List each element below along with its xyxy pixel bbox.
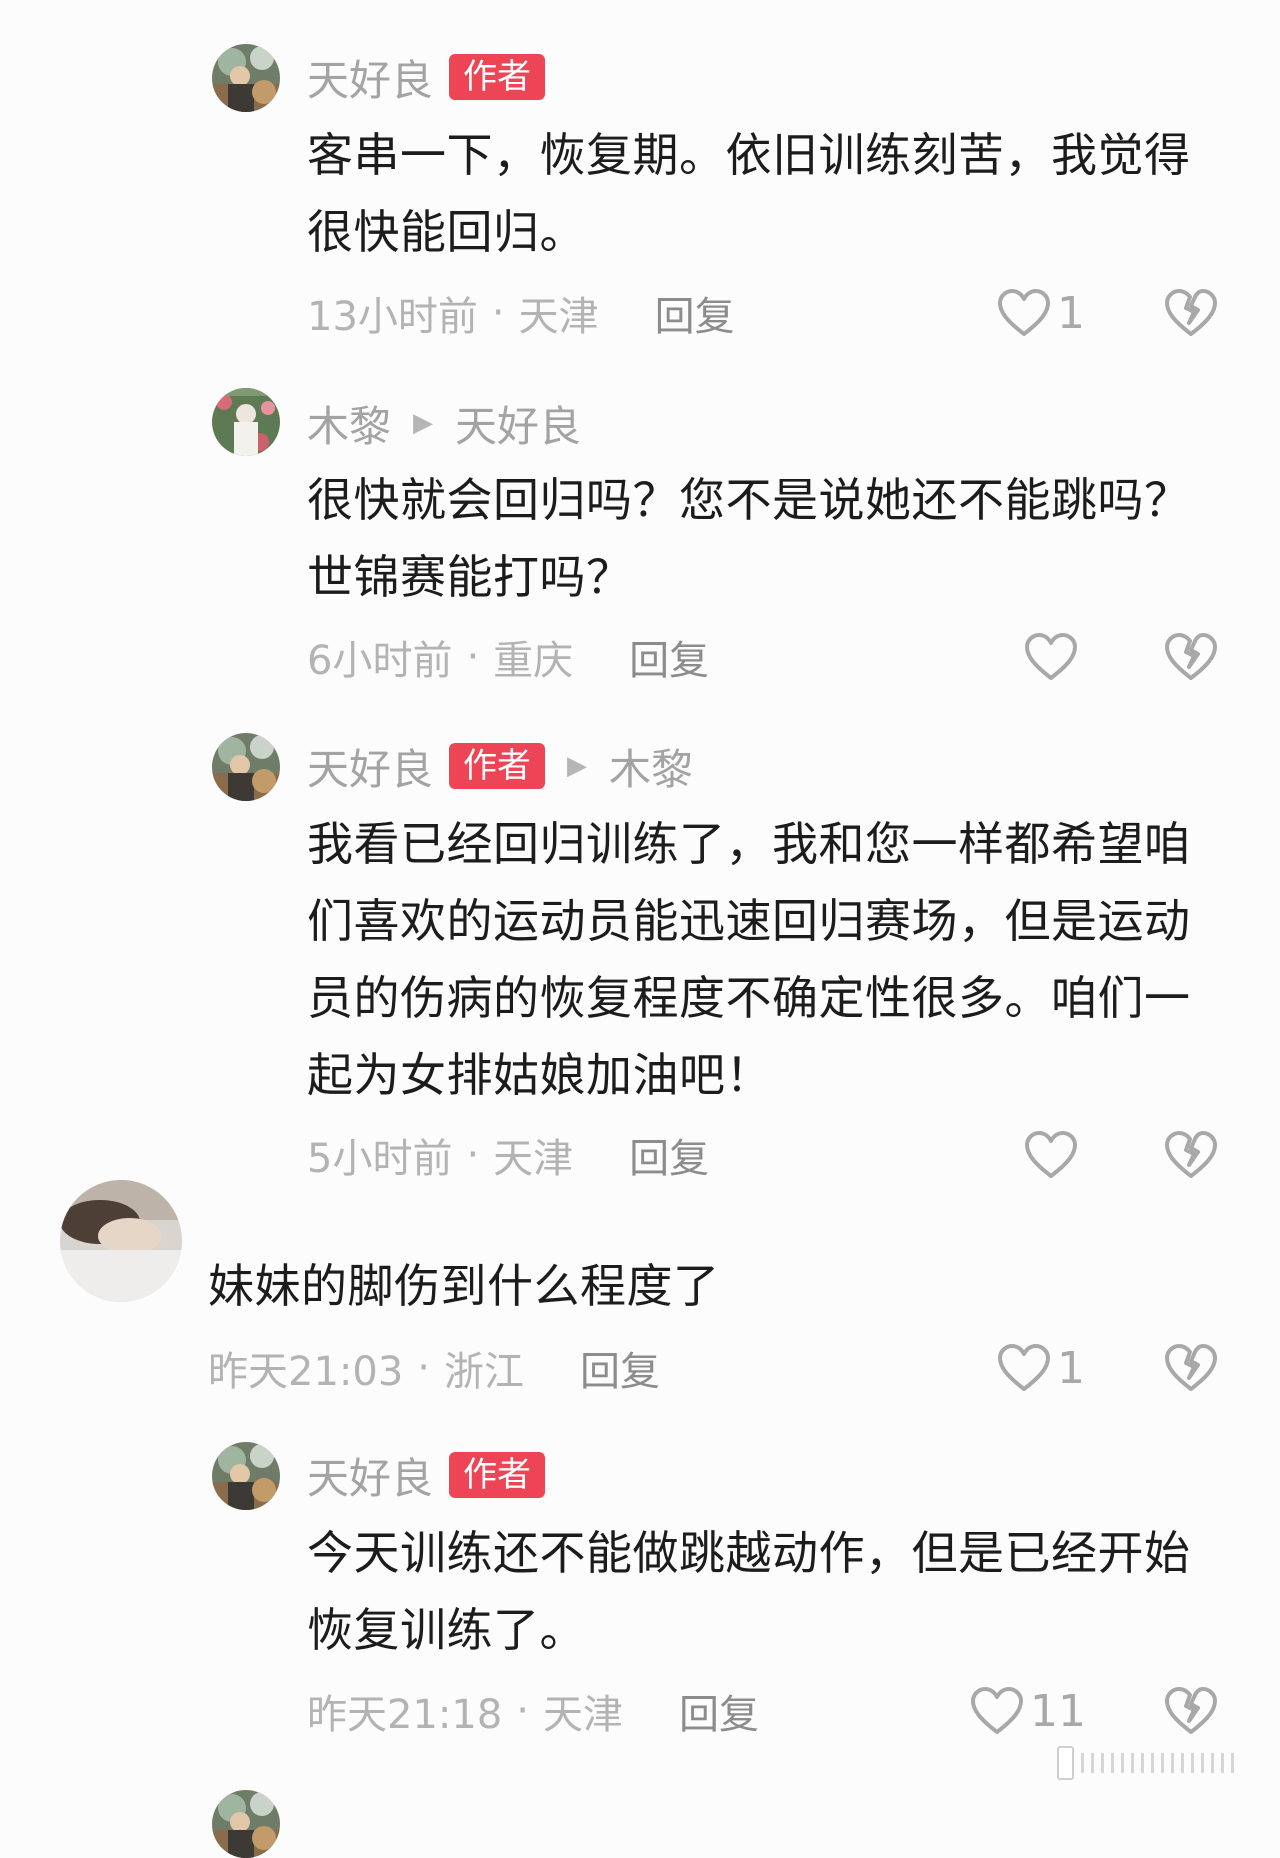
author-badge: 作者 [449,1452,546,1498]
heart-outline-icon [997,288,1051,338]
heart-outline-icon [997,1343,1051,1393]
comment-header: 天好良 作者 [307,47,546,108]
author-badge: 作者 [449,54,546,100]
separator-dot: · [491,290,505,336]
reply-button[interactable]: 回复 [580,1339,660,1397]
comment-text: 很快就会回归吗？您不是说她还不能跳吗？世锦赛能打吗？ [307,473,1191,604]
username[interactable]: 天好良 [307,1445,433,1506]
broken-heart-icon[interactable] [1164,1343,1218,1393]
avatar[interactable] [212,733,280,801]
reply-button[interactable]: 回复 [679,1682,759,1740]
comment-time: 昨天21:18 [307,1692,503,1738]
comment-location: 天津 [493,1136,574,1182]
avatar[interactable] [212,44,280,112]
reply-to-username[interactable]: 天好良 [455,393,581,454]
reply-button[interactable]: 回复 [655,284,735,342]
avatar[interactable] [212,1442,280,1510]
like-button[interactable] [1024,1125,1084,1185]
comment-time: 5小时前 [307,1136,453,1182]
comment-text: 妹妹的脚伤到什么程度了 [208,1259,720,1313]
separator-dot: · [466,634,480,680]
comment-header: 天好良 作者 ▶ 木黎 [307,736,693,796]
broken-heart-icon[interactable] [1164,632,1218,682]
separator-dot: · [516,1688,529,1734]
broken-heart-icon[interactable] [1164,288,1218,338]
comment-meta: 昨天21:18 · 天津 回复 [307,1681,759,1741]
comment-text: 我看已经回归训练了，我和您一样都希望咱们喜欢的运动员能迅速回归赛场，但是运动员的… [307,817,1191,1102]
comment-location: 天津 [543,1692,623,1738]
username[interactable]: 天好良 [307,736,433,797]
like-button[interactable]: 1 [997,283,1085,343]
avatar[interactable] [60,1180,182,1302]
username[interactable]: 木黎 [307,393,391,454]
comment-location: 浙江 [444,1349,524,1395]
avatar[interactable] [212,388,280,456]
comment-meta: 6小时前 · 重庆 回复 [307,627,709,687]
avatar[interactable] [212,1790,280,1858]
reply-button[interactable]: 回复 [629,1126,709,1184]
reply-button[interactable]: 回复 [629,628,709,686]
heart-outline-icon [1024,1130,1078,1180]
separator-dot: · [417,1345,430,1391]
heart-outline-icon [1024,632,1078,682]
like-count: 1 [1057,287,1085,339]
broken-heart-icon[interactable] [1164,1686,1218,1736]
play-arrow-icon: ▶ [413,408,434,438]
comment-header: 木黎 ▶ 天好良 [307,393,581,453]
like-count: 11 [1030,1685,1086,1737]
broken-heart-icon[interactable] [1164,1130,1218,1180]
comment-time: 昨天21:03 [208,1349,404,1395]
like-button[interactable]: 1 [997,1338,1085,1398]
comment-location: 天津 [518,294,599,340]
comment-meta: 昨天21:03 · 浙江 回复 [208,1338,660,1398]
username-cropped: ▔▔▔▔ [212,1197,336,1222]
play-arrow-icon: ▶ [567,751,588,781]
comment-header: 天好良 作者 [307,1445,546,1506]
comment-text: 今天训练还不能做跳越动作，但是已经开始恢复训练了。 [307,1526,1191,1657]
username[interactable]: 天好良 [307,47,433,108]
reply-to-username[interactable]: 木黎 [609,736,693,797]
like-button[interactable] [1024,627,1084,687]
scroll-indicator [1057,1746,1250,1780]
comment-meta: 13小时前 · 天津 回复 [307,283,735,343]
comment-meta: 5小时前 · 天津 回复 [307,1125,709,1185]
author-badge: 作者 [449,743,546,789]
comment-location: 重庆 [493,638,574,684]
comment-text: 客串一下，恢复期。依旧训练刻苦，我觉得很快能回归。 [307,128,1191,259]
like-button[interactable]: 11 [970,1681,1086,1741]
like-count: 1 [1057,1342,1085,1394]
heart-outline-icon [970,1686,1024,1736]
comment-time: 13小时前 [307,294,478,340]
comment-time: 6小时前 [307,638,453,684]
separator-dot: · [466,1132,480,1178]
